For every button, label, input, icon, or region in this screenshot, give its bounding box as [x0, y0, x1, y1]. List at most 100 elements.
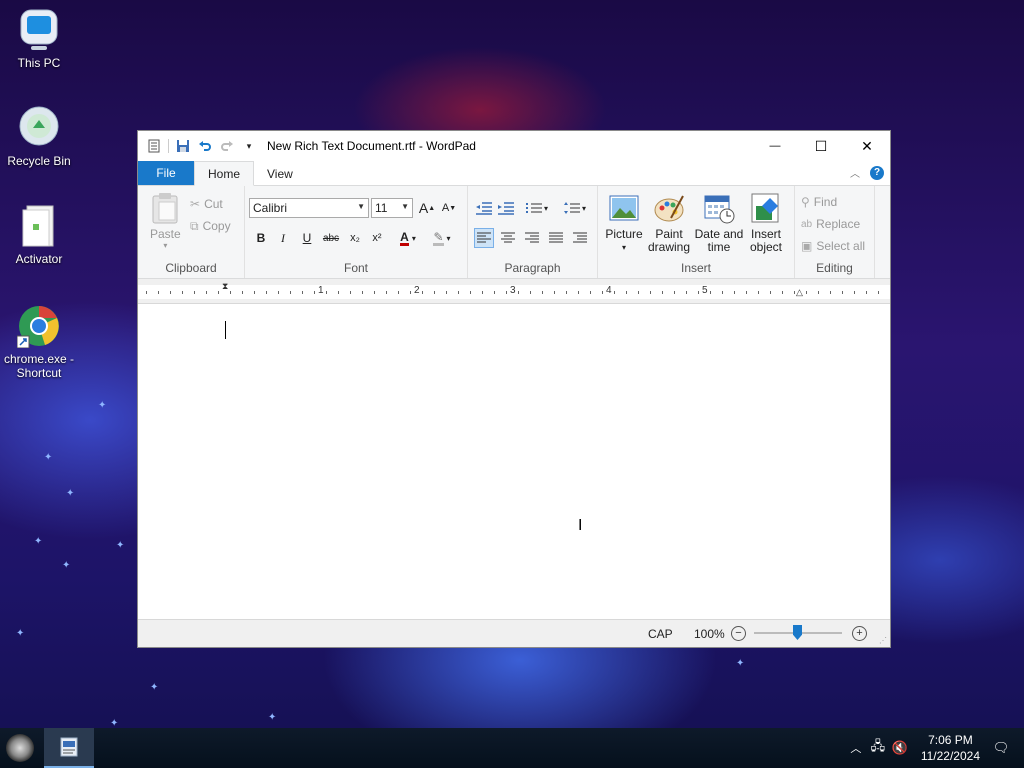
resize-grip-icon[interactable]: ⋰: [879, 636, 887, 645]
ribbon: Paste ▾ ✂ Cut ⧉ Copy Clipboard Calibri ▼…: [138, 186, 890, 279]
shrink-font-button[interactable]: A ▼: [439, 198, 459, 218]
wordpad-app-icon[interactable]: [146, 138, 162, 154]
star-decoration: ✦: [116, 540, 125, 551]
chevron-down-icon: ▼: [401, 202, 409, 211]
increase-indent-icon[interactable]: [496, 198, 516, 218]
editing-group-label: Editing: [816, 261, 853, 275]
save-icon[interactable]: [175, 138, 191, 154]
ruler-tick: [782, 291, 783, 294]
chrome-icon: [16, 304, 61, 349]
object-icon: [750, 192, 782, 224]
replace-icon: ab: [801, 218, 813, 230]
ruler-tick: [374, 291, 375, 294]
cut-button[interactable]: ✂ Cut: [190, 194, 223, 214]
decrease-indent-icon[interactable]: [474, 198, 494, 218]
wordpad-taskbar-icon: [60, 737, 78, 757]
ruler-tick: [818, 291, 819, 294]
ruler-tick: [182, 291, 183, 294]
underline-button[interactable]: U: [297, 228, 317, 248]
undo-icon[interactable]: [197, 138, 213, 154]
start-button[interactable]: [6, 734, 34, 762]
font-family-value: Calibri: [253, 201, 288, 215]
paint-palette-icon: [653, 192, 685, 224]
notifications-icon[interactable]: 🗨: [990, 740, 1012, 756]
ruler-tick: [398, 291, 399, 294]
desktop-icon-this-pc[interactable]: This PC: [0, 8, 78, 70]
tab-view[interactable]: View: [254, 162, 306, 185]
align-right-icon[interactable]: [522, 228, 542, 248]
subscript-button[interactable]: x₂: [345, 228, 365, 248]
first-line-indent-marker[interactable]: ⧗: [222, 281, 228, 292]
status-bar: CAP 100% − + ⋰: [138, 619, 890, 647]
superscript-button[interactable]: x²: [367, 228, 387, 248]
picture-button[interactable]: Picture ▾: [604, 192, 644, 254]
tab-file[interactable]: File: [138, 161, 194, 185]
find-button[interactable]: ⚲ Find: [801, 192, 837, 212]
font-family-select[interactable]: Calibri ▼: [249, 198, 369, 218]
insert-object-button[interactable]: Insert object: [746, 192, 786, 254]
zoom-in-button[interactable]: +: [852, 626, 867, 641]
show-hidden-icons-icon[interactable]: ︿: [845, 740, 867, 756]
clock-time: 7:06 PM: [928, 733, 973, 747]
zoom-level[interactable]: 100%: [694, 627, 725, 641]
font-size-select[interactable]: 11 ▼: [371, 198, 413, 218]
font-group-label: Font: [343, 261, 368, 275]
highlight-color-button[interactable]: ✎ ▾: [427, 228, 457, 248]
strikethrough-button[interactable]: abc: [321, 228, 341, 248]
volume-muted-icon[interactable]: 🔇: [889, 740, 911, 756]
help-icon[interactable]: ?: [870, 165, 884, 180]
ruler-tick: [722, 291, 723, 294]
italic-button[interactable]: I: [273, 228, 293, 248]
minimize-button[interactable]: —: [752, 131, 798, 161]
copy-button[interactable]: ⧉ Copy: [190, 216, 231, 236]
ruler-tick: [554, 291, 555, 294]
bold-button[interactable]: B: [251, 228, 271, 248]
ruler-tick: [494, 291, 495, 294]
title-bar[interactable]: ▾ New Rich Text Document.rtf - WordPad —…: [138, 131, 890, 161]
ruler[interactable]: 1 2 3 4 5 ⧗ △: [138, 279, 890, 304]
editing-group: ⚲ Find ab Replace ▣ Select all Editing: [795, 186, 875, 278]
paste-button[interactable]: Paste ▾: [150, 192, 181, 250]
star-decoration: ✦: [44, 452, 53, 463]
close-button[interactable]: ✕: [844, 131, 890, 161]
tab-home[interactable]: Home: [194, 161, 255, 186]
redo-icon[interactable]: [219, 138, 235, 154]
line-spacing-button[interactable]: ▾: [560, 198, 590, 218]
desktop-icon-activator[interactable]: Activator: [0, 204, 78, 266]
customize-toolbar-icon[interactable]: ▾: [241, 138, 257, 154]
select-all-button[interactable]: ▣ Select all: [801, 236, 865, 256]
taskbar-wordpad-button[interactable]: [44, 728, 94, 768]
collapse-ribbon-icon[interactable]: ︿: [850, 165, 860, 180]
ruler-tick: [806, 291, 807, 294]
bullets-button[interactable]: ▾: [522, 198, 552, 218]
desktop-icon-label: This PC: [17, 56, 61, 70]
ruler-tick: [386, 291, 387, 294]
font-color-button[interactable]: A ▾: [393, 228, 423, 248]
right-indent-marker[interactable]: △: [796, 287, 803, 298]
ruler-tick: [350, 291, 351, 294]
ruler-tick: [626, 291, 627, 294]
star-decoration: ✦: [98, 400, 107, 411]
paint-drawing-button[interactable]: Paint drawing: [648, 192, 690, 254]
network-icon[interactable]: 🖧: [867, 737, 889, 759]
desktop-icon-recycle-bin[interactable]: Recycle Bin: [0, 106, 78, 168]
maximize-button[interactable]: ☐: [798, 131, 844, 161]
ruler-tick: [734, 291, 735, 294]
desktop-icon-chrome-shortcut[interactable]: chrome.exe - Shortcut: [0, 304, 78, 380]
ruler-number: 4: [606, 285, 612, 296]
document-area[interactable]: I: [138, 307, 890, 620]
chevron-down-icon: ▾: [411, 233, 416, 243]
grow-font-button[interactable]: A ▲: [417, 198, 437, 218]
zoom-out-button[interactable]: −: [731, 626, 746, 641]
justify-icon[interactable]: [546, 228, 566, 248]
replace-button[interactable]: ab Replace: [801, 214, 860, 234]
zoom-slider-thumb[interactable]: [793, 625, 802, 640]
paragraph-settings-icon[interactable]: [570, 228, 590, 248]
ruler-tick: [842, 291, 843, 294]
date-time-button[interactable]: Date and time: [694, 192, 744, 254]
align-left-icon[interactable]: [474, 228, 494, 248]
clock[interactable]: 7:06 PM 11/22/2024: [921, 732, 980, 764]
computer-icon: [17, 8, 61, 52]
align-center-icon[interactable]: [498, 228, 518, 248]
ruler-tick: [242, 291, 243, 294]
